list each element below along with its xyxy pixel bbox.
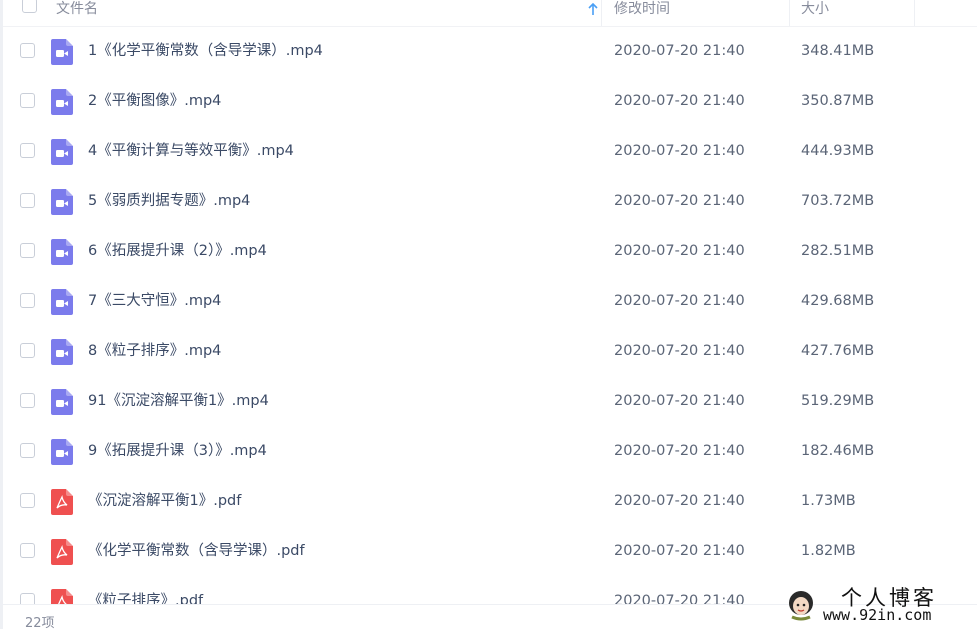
file-size: 519.29MB bbox=[801, 393, 875, 409]
file-name[interactable]: 4《平衡计算与等效平衡》.mp4 bbox=[88, 141, 294, 161]
file-size: 1.82MB bbox=[801, 543, 856, 559]
file-modified-time: 2020-07-20 21:40 bbox=[614, 393, 745, 409]
file-modified-time: 2020-07-20 21:40 bbox=[614, 443, 745, 459]
row-checkbox[interactable] bbox=[20, 193, 35, 208]
file-name[interactable]: 7《三大守恒》.mp4 bbox=[88, 291, 221, 311]
file-modified-time: 2020-07-20 21:40 bbox=[614, 243, 745, 259]
video-file-icon bbox=[51, 239, 73, 265]
file-modified-time: 2020-07-20 21:40 bbox=[614, 543, 745, 559]
file-size: 282.51MB bbox=[801, 243, 875, 259]
file-name[interactable]: 1《化学平衡常数（含导学课）.mp4 bbox=[88, 41, 323, 61]
row-checkbox[interactable] bbox=[20, 593, 35, 604]
file-modified-time: 2020-07-20 21:40 bbox=[614, 193, 745, 209]
table-row[interactable]: 2《平衡图像》.mp4 2020-07-20 21:40 350.87MB bbox=[3, 76, 977, 126]
sort-ascending-icon[interactable] bbox=[586, 1, 600, 17]
item-count: 22项 bbox=[25, 616, 55, 631]
video-file-icon bbox=[51, 39, 73, 65]
table-row[interactable]: 9《拓展提升课（3）》.mp4 2020-07-20 21:40 182.46MB bbox=[3, 426, 977, 476]
video-file-icon bbox=[51, 339, 73, 365]
file-modified-time: 2020-07-20 21:40 bbox=[614, 293, 745, 309]
table-row[interactable]: 1《化学平衡常数（含导学课）.mp4 2020-07-20 21:40 348.41… bbox=[3, 26, 977, 76]
file-size: 429.68MB bbox=[801, 293, 875, 309]
row-checkbox[interactable] bbox=[20, 243, 35, 258]
video-file-icon bbox=[51, 289, 73, 315]
file-modified-time: 2020-07-20 21:40 bbox=[614, 343, 745, 359]
video-file-icon bbox=[51, 389, 73, 415]
watermark-url: www.92in.com bbox=[823, 606, 932, 624]
video-file-icon bbox=[51, 89, 73, 115]
row-checkbox[interactable] bbox=[20, 443, 35, 458]
file-list: 1《化学平衡常数（含导学课）.mp4 2020-07-20 21:40 348.41… bbox=[3, 26, 977, 604]
table-row[interactable]: 8《粒子排序》.mp4 2020-07-20 21:40 427.76MB bbox=[3, 326, 977, 376]
row-checkbox[interactable] bbox=[20, 493, 35, 508]
watermark: 个人博客 www.92in.com bbox=[783, 586, 973, 626]
column-header-size[interactable]: 大小 bbox=[801, 0, 829, 18]
file-list-header: 文件名 修改时间 大小 bbox=[3, 0, 977, 27]
file-size: 1.73MB bbox=[801, 493, 856, 509]
table-row[interactable]: 5《弱质判据专题》.mp4 2020-07-20 21:40 703.72MB bbox=[3, 176, 977, 226]
table-row[interactable]: 《沉淀溶解平衡1》.pdf 2020-07-20 21:40 1.73MB bbox=[3, 476, 977, 526]
column-divider bbox=[914, 0, 915, 26]
table-row[interactable]: 《化学平衡常数（含导学课）.pdf 2020-07-20 21:40 1.82MB bbox=[3, 526, 977, 576]
file-name[interactable]: 8《粒子排序》.mp4 bbox=[88, 341, 221, 361]
row-checkbox[interactable] bbox=[20, 543, 35, 558]
pdf-file-icon bbox=[51, 489, 73, 515]
file-modified-time: 2020-07-20 21:40 bbox=[614, 43, 745, 59]
row-checkbox[interactable] bbox=[20, 293, 35, 308]
file-modified-time: 2020-07-20 21:40 bbox=[614, 493, 745, 509]
column-header-filename[interactable]: 文件名 bbox=[56, 0, 98, 18]
watermark-avatar-icon bbox=[789, 591, 813, 621]
file-name[interactable]: 《粒子排序》.pdf bbox=[88, 591, 203, 604]
file-name[interactable]: 2《平衡图像》.mp4 bbox=[88, 91, 221, 111]
file-modified-time: 2020-07-20 21:40 bbox=[614, 143, 745, 159]
file-size: 444.93MB bbox=[801, 143, 875, 159]
file-name[interactable]: 9《拓展提升课（3）》.mp4 bbox=[88, 441, 267, 461]
video-file-icon bbox=[51, 189, 73, 215]
row-checkbox[interactable] bbox=[20, 93, 35, 108]
file-name[interactable]: 《化学平衡常数（含导学课）.pdf bbox=[88, 541, 305, 561]
video-file-icon bbox=[51, 439, 73, 465]
file-size: 348.41MB bbox=[801, 43, 875, 59]
table-row[interactable]: 91《沉淀溶解平衡1》.mp4 2020-07-20 21:40 519.29MB bbox=[3, 376, 977, 426]
file-name[interactable]: 6《拓展提升课（2）》.mp4 bbox=[88, 241, 267, 261]
row-checkbox[interactable] bbox=[20, 43, 35, 58]
pdf-file-icon bbox=[51, 589, 73, 604]
table-row[interactable]: 4《平衡计算与等效平衡》.mp4 2020-07-20 21:40 444.93MB bbox=[3, 126, 977, 176]
table-row[interactable]: 7《三大守恒》.mp4 2020-07-20 21:40 429.68MB bbox=[3, 276, 977, 326]
file-size: 703.72MB bbox=[801, 193, 875, 209]
file-name[interactable]: 5《弱质判据专题》.mp4 bbox=[88, 191, 250, 211]
file-size: 350.87MB bbox=[801, 93, 875, 109]
row-checkbox[interactable] bbox=[20, 143, 35, 158]
file-name[interactable]: 91《沉淀溶解平衡1》.mp4 bbox=[88, 391, 269, 411]
select-all-checkbox[interactable] bbox=[22, 0, 37, 13]
file-size: 427.76MB bbox=[801, 343, 875, 359]
video-file-icon bbox=[51, 139, 73, 165]
file-size: 182.46MB bbox=[801, 443, 875, 459]
column-divider bbox=[601, 0, 602, 26]
column-header-modified[interactable]: 修改时间 bbox=[614, 0, 670, 18]
pdf-file-icon bbox=[51, 539, 73, 565]
file-modified-time: 2020-07-20 21:40 bbox=[614, 93, 745, 109]
file-name[interactable]: 《沉淀溶解平衡1》.pdf bbox=[88, 491, 241, 511]
row-checkbox[interactable] bbox=[20, 393, 35, 408]
row-checkbox[interactable] bbox=[20, 343, 35, 358]
file-modified-time: 2020-07-20 21:40 bbox=[614, 593, 745, 604]
column-divider bbox=[789, 0, 790, 26]
table-row[interactable]: 6《拓展提升课（2）》.mp4 2020-07-20 21:40 282.51MB bbox=[3, 226, 977, 276]
